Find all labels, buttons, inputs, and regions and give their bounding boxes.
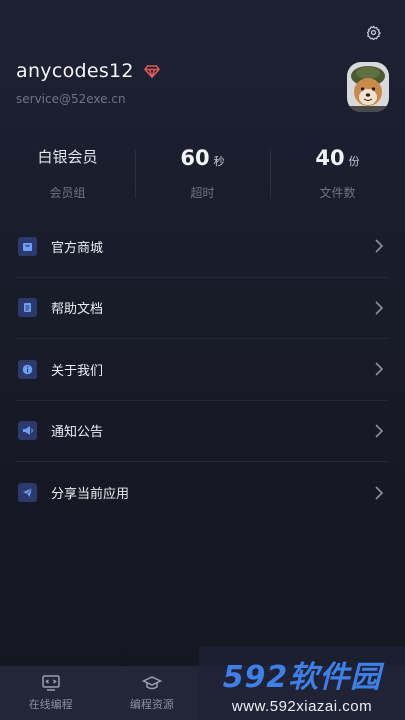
graduation-cap-icon [141, 676, 162, 690]
chevron-right-icon [375, 301, 384, 315]
menu-item-label: 通知公告 [51, 425, 104, 441]
username: anycodes12 [16, 60, 134, 82]
stat-label: 会员组 [49, 186, 86, 200]
menu-item-label: 关于我们 [51, 363, 104, 379]
menu-item-announcements[interactable]: 通知公告 [16, 401, 389, 462]
user-email: service@52exe.cn [16, 92, 126, 106]
menu-item-about-us[interactable]: 关于我们 [16, 339, 389, 401]
stat-unit: 份 [348, 155, 360, 168]
megaphone-icon [18, 421, 37, 441]
shiba-dog-avatar-icon [347, 62, 389, 112]
stat-member-group: 白银会员 会员组 [0, 146, 135, 202]
account-stats: 白银会员 会员组 60 秒 超时 40 份 文件数 [0, 146, 405, 202]
tab-label: 在线编程 [28, 698, 73, 711]
settings-button[interactable] [363, 22, 383, 42]
chevron-right-icon [375, 424, 384, 438]
document-icon [18, 298, 37, 318]
send-icon [18, 483, 37, 503]
menu-item-label: 分享当前应用 [51, 487, 130, 503]
chevron-right-icon [375, 486, 384, 500]
gear-icon [366, 25, 381, 40]
info-icon [18, 359, 37, 379]
monitor-code-icon [41, 675, 60, 691]
tab-online-coding[interactable]: 在线编程 [0, 666, 101, 720]
tab-hidden-4[interactable] [304, 666, 405, 720]
stat-unit: 秒 [213, 155, 225, 168]
shop-icon [18, 236, 37, 256]
chevron-right-icon [375, 239, 384, 253]
diamond-vip-icon [143, 64, 160, 78]
stat-file-count: 40 份 文件数 [270, 146, 405, 202]
stat-value: 40 [315, 146, 345, 170]
stat-label: 文件数 [319, 186, 356, 200]
settings-menu: 官方商城 帮助文档 关于我们 通知公告 分享当前应用 [16, 216, 389, 524]
avatar[interactable] [347, 62, 389, 112]
menu-item-label: 官方商城 [51, 240, 104, 256]
profile-header: anycodes12 service@52exe.cn [16, 60, 389, 120]
tab-coding-resources[interactable]: 编程资源 [101, 666, 202, 720]
menu-item-label: 帮助文档 [51, 302, 104, 318]
stat-value: 白银会员 [37, 148, 98, 166]
stat-timeout: 60 秒 超时 [135, 146, 270, 202]
stat-label: 超时 [190, 186, 215, 200]
chevron-right-icon [375, 362, 384, 376]
menu-item-share-app[interactable]: 分享当前应用 [16, 462, 389, 524]
stat-value: 60 [180, 146, 210, 170]
menu-item-official-store[interactable]: 官方商城 [16, 216, 389, 278]
menu-item-help-docs[interactable]: 帮助文档 [16, 278, 389, 339]
tab-label: 编程资源 [129, 698, 174, 711]
bottom-tab-bar: 在线编程 编程资源 [0, 666, 405, 720]
tab-hidden-3[interactable] [203, 666, 304, 720]
